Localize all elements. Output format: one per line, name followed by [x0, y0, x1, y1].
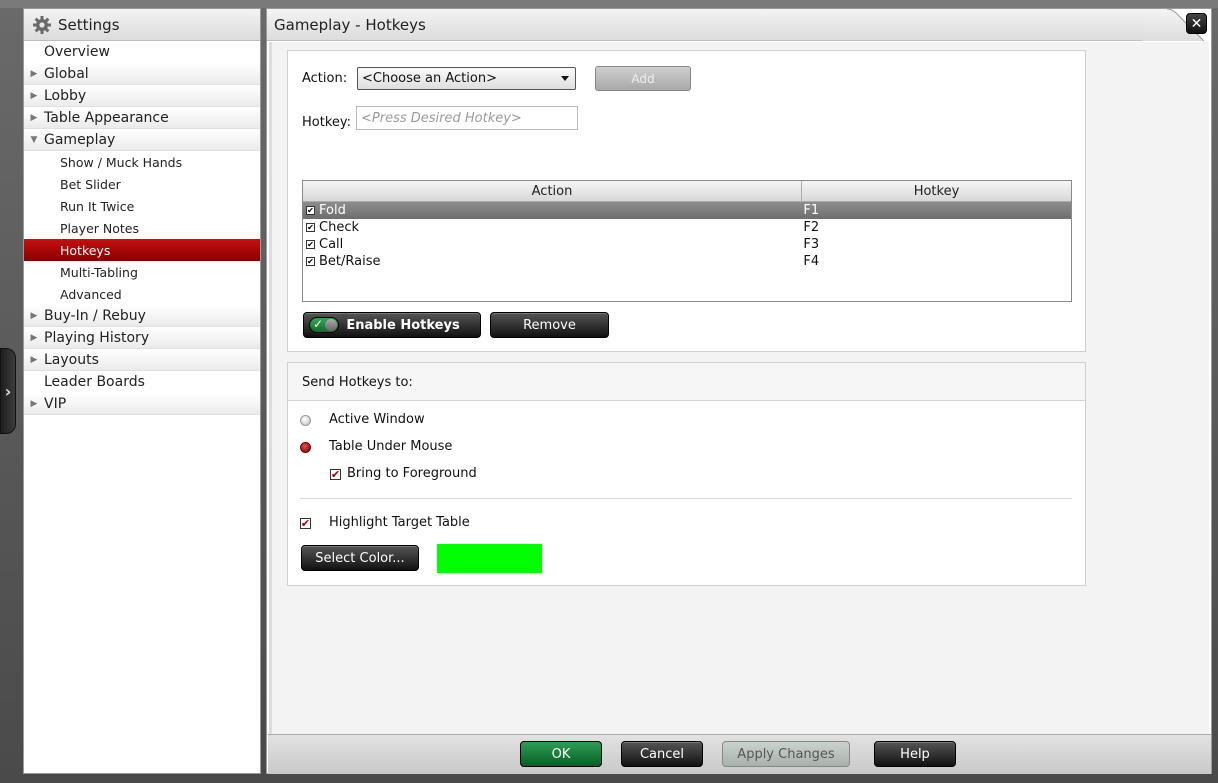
row-hotkey: F4: [803, 254, 820, 269]
row-hotkey: F3: [803, 237, 820, 252]
footer-bar: OK Cancel Apply Changes Help: [268, 734, 1211, 774]
sidebar-item-label: Leader Boards: [44, 374, 145, 390]
sidebar-item-label: Layouts: [44, 351, 99, 368]
settings-sidebar: Settings Overview ▶ Global ▶ Lobby ▶ Table …: [23, 8, 261, 774]
row-checkbox[interactable]: ✔: [306, 240, 315, 249]
table-row[interactable]: ✔ Call F3: [303, 236, 1071, 253]
divider: [300, 498, 1072, 499]
radio-table-under-mouse[interactable]: [300, 442, 311, 453]
triangle-right-icon: ▶: [30, 398, 38, 409]
row-checkbox[interactable]: ✔: [306, 206, 315, 215]
window-top-border: [0, 0, 1218, 8]
add-button[interactable]: Add: [595, 66, 691, 91]
triangle-right-icon: ▶: [30, 332, 38, 343]
highlight-target-checkbox[interactable]: ✔: [300, 518, 311, 529]
sidebar-subitem-advanced[interactable]: Advanced: [24, 283, 260, 305]
row-hotkey: F2: [803, 220, 820, 235]
select-color-button[interactable]: Select Color...: [301, 545, 419, 571]
sidebar-item-vip[interactable]: ▶ VIP: [24, 393, 260, 415]
sidebar-subitem-show-muck-hands[interactable]: Show / Muck Hands: [24, 151, 260, 173]
remove-button[interactable]: Remove: [490, 312, 609, 338]
hotkey-label: Hotkey:: [302, 115, 352, 130]
color-swatch: [437, 544, 542, 573]
sidebar-title: Settings: [58, 15, 120, 34]
help-button[interactable]: Help: [874, 741, 956, 767]
triangle-right-icon: ▶: [30, 112, 38, 123]
chevron-right-icon: ›: [4, 381, 12, 401]
toggle-knob: [325, 319, 337, 331]
cancel-button[interactable]: Cancel: [621, 741, 703, 767]
sidebar-item-label: Overview: [44, 44, 110, 60]
action-select[interactable]: <Choose an Action>: [357, 67, 576, 90]
close-icon[interactable]: ✕: [1186, 13, 1207, 34]
apply-changes-button[interactable]: Apply Changes: [722, 741, 850, 767]
sidebar-item-label: Table Appearance: [44, 109, 169, 126]
hotkeys-panel: Action: <Choose an Action> Add Hotkey: <…: [287, 50, 1086, 352]
content-area: Action: <Choose an Action> Add Hotkey: <…: [269, 42, 1209, 734]
triangle-right-icon: ▶: [30, 354, 38, 365]
sidebar-subitem-run-it-twice[interactable]: Run It Twice: [24, 195, 260, 217]
sidebar-item-label: Global: [44, 65, 89, 82]
row-action: Check: [319, 220, 359, 235]
sidebar-header: Settings: [24, 9, 260, 41]
row-checkbox[interactable]: ✔: [306, 257, 315, 266]
active-window-label[interactable]: Active Window: [329, 412, 425, 427]
hotkey-input[interactable]: <Press Desired Hotkey>: [356, 106, 578, 130]
sidebar-subitem-player-notes[interactable]: Player Notes: [24, 217, 260, 239]
row-action: Fold: [319, 203, 346, 218]
sidebar-item-lobby[interactable]: ▶ Lobby: [24, 85, 260, 107]
sidebar-item-playing-history[interactable]: ▶ Playing History: [24, 327, 260, 349]
enable-hotkeys-label: Enable Hotkeys: [346, 317, 460, 333]
table-under-mouse-label[interactable]: Table Under Mouse: [329, 439, 452, 454]
bring-to-foreground-label[interactable]: Bring to Foreground: [347, 466, 477, 481]
triangle-right-icon: ▶: [30, 68, 38, 79]
triangle-right-icon: ▶: [30, 90, 38, 101]
sidebar-item-label: Lobby: [44, 87, 87, 104]
column-header-action[interactable]: Action: [303, 181, 802, 201]
page-title: Gameplay - Hotkeys: [267, 9, 1167, 41]
sidebar-item-label: VIP: [44, 395, 67, 412]
enable-toggle-switch[interactable]: ✓: [309, 317, 339, 333]
send-panel-title: Send Hotkeys to:: [302, 375, 413, 390]
radio-active-window[interactable]: [300, 415, 311, 426]
sidebar-item-gameplay[interactable]: ▼ Gameplay: [24, 129, 260, 151]
row-checkbox[interactable]: ✔: [306, 223, 315, 232]
row-action: Bet/Raise: [319, 254, 381, 269]
row-action: Call: [319, 237, 344, 252]
checkmark-icon: ✓: [313, 317, 324, 331]
sidebar-item-label: Gameplay: [44, 131, 116, 148]
enable-hotkeys-button[interactable]: ✓ Enable Hotkeys: [303, 312, 481, 338]
sidebar-item-label: Buy-In / Rebuy: [44, 307, 146, 324]
expand-handle[interactable]: ›: [0, 348, 16, 434]
ok-button[interactable]: OK: [520, 741, 602, 767]
sidebar-subitem-bet-slider[interactable]: Bet Slider: [24, 173, 260, 195]
row-hotkey: F1: [803, 203, 820, 218]
sidebar-item-overview[interactable]: Overview: [24, 41, 260, 63]
sidebar-subitem-hotkeys[interactable]: Hotkeys: [24, 239, 260, 261]
sidebar-item-global[interactable]: ▶ Global: [24, 63, 260, 85]
main-panel: Gameplay - Hotkeys Action: <Choose an Ac…: [266, 8, 1212, 774]
sidebar-subitem-multi-tabling[interactable]: Multi-Tabling: [24, 261, 260, 283]
send-panel-header: Send Hotkeys to:: [288, 363, 1085, 401]
sidebar-item-buy-in-rebuy[interactable]: ▶ Buy-In / Rebuy: [24, 305, 260, 327]
sidebar-item-table-appearance[interactable]: ▶ Table Appearance: [24, 107, 260, 129]
sidebar-item-leader-boards[interactable]: Leader Boards: [24, 371, 260, 393]
action-select-value: <Choose an Action>: [362, 71, 497, 86]
gear-icon: [32, 15, 52, 35]
highlight-target-label[interactable]: Highlight Target Table: [329, 515, 470, 530]
sidebar-item-label: Playing History: [44, 329, 150, 346]
triangle-right-icon: ▶: [30, 310, 38, 321]
table-row[interactable]: ✔ Fold F1: [303, 202, 1071, 219]
table-row[interactable]: ✔ Check F2: [303, 219, 1071, 236]
action-label: Action:: [302, 71, 348, 86]
table-row[interactable]: ✔ Bet/Raise F4: [303, 253, 1071, 270]
send-hotkeys-panel: Send Hotkeys to: Active Window Table Und…: [287, 362, 1086, 586]
sidebar-item-layouts[interactable]: ▶ Layouts: [24, 349, 260, 371]
table-header: Action Hotkey: [303, 181, 1071, 202]
triangle-down-icon: ▼: [30, 134, 38, 145]
hotkeys-table: Action Hotkey ✔ Fold F1 ✔ Check F2 ✔ Call F…: [302, 180, 1072, 302]
chevron-down-icon: [561, 76, 569, 81]
bring-to-foreground-checkbox[interactable]: ✔: [330, 469, 341, 480]
column-header-hotkey[interactable]: Hotkey: [802, 181, 1071, 201]
